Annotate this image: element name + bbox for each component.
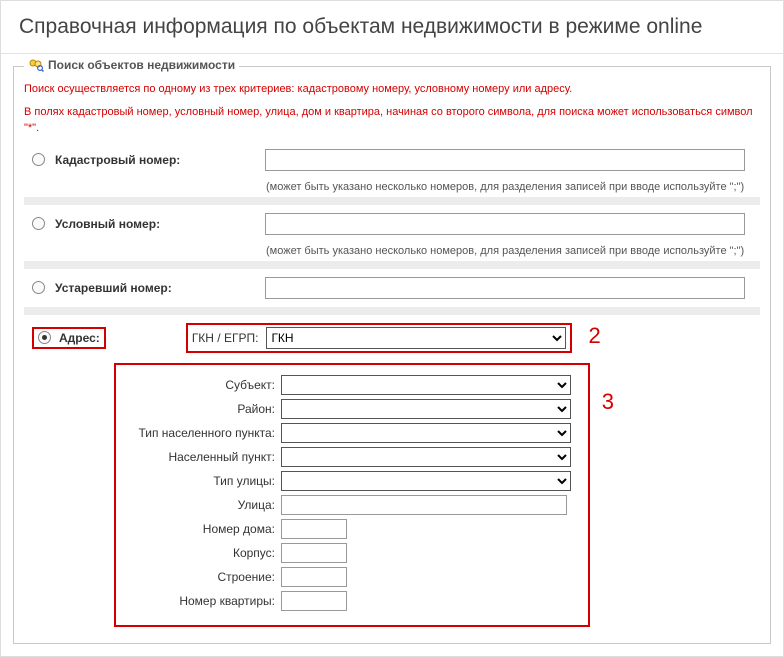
radio-address[interactable] bbox=[38, 331, 51, 344]
address-radio-highlight: Адрес: bbox=[32, 327, 106, 349]
row-cadastral: Кадастровый номер: bbox=[24, 143, 760, 177]
input-cadastral[interactable] bbox=[265, 149, 745, 171]
label-settlement-type: Тип населенного пункта: bbox=[126, 426, 281, 440]
select-settlement[interactable] bbox=[281, 447, 571, 467]
info-line-2: В полях кадастровый номер, условный номе… bbox=[24, 104, 760, 137]
hint-cadastral: (может быть указано несколько номеров, д… bbox=[266, 181, 760, 193]
separator bbox=[24, 197, 760, 205]
input-building[interactable] bbox=[281, 543, 347, 563]
radio-obsolete[interactable] bbox=[32, 281, 45, 294]
address-source-highlight: ГКН / ЕГРП: ГКН bbox=[186, 323, 573, 353]
input-house[interactable] bbox=[281, 519, 347, 539]
callout-2: 2 bbox=[588, 323, 600, 349]
label-address: Адрес: bbox=[59, 331, 100, 345]
radio-cadastral[interactable] bbox=[32, 153, 45, 166]
label-subject: Субъект: bbox=[126, 378, 281, 392]
row-address-head: Адрес: ГКН / ЕГРП: ГКН 2 bbox=[24, 317, 760, 359]
label-house: Номер дома: bbox=[126, 522, 281, 536]
label-obsolete: Устаревший номер: bbox=[55, 281, 255, 295]
select-settlement-type[interactable] bbox=[281, 423, 571, 443]
label-cadastral: Кадастровый номер: bbox=[55, 153, 255, 167]
input-conditional[interactable] bbox=[265, 213, 745, 235]
callout-3: 3 bbox=[602, 389, 614, 415]
row-obsolete: Устаревший номер: bbox=[24, 271, 760, 305]
select-source[interactable]: ГКН bbox=[266, 327, 566, 349]
input-street[interactable] bbox=[281, 495, 567, 515]
input-apartment[interactable] bbox=[281, 591, 347, 611]
label-building: Корпус: bbox=[126, 546, 281, 560]
row-conditional: Условный номер: bbox=[24, 207, 760, 241]
radio-conditional[interactable] bbox=[32, 217, 45, 230]
label-conditional: Условный номер: bbox=[55, 217, 255, 231]
select-subject[interactable] bbox=[281, 375, 571, 395]
label-settlement: Населенный пункт: bbox=[126, 450, 281, 464]
page-title-bar: Справочная информация по объектам недвиж… bbox=[1, 1, 783, 54]
label-street: Улица: bbox=[126, 498, 281, 512]
input-obsolete[interactable] bbox=[265, 277, 745, 299]
page-title: Справочная информация по объектам недвиж… bbox=[19, 15, 765, 39]
search-panel: Поиск объектов недвижимости Поиск осущес… bbox=[13, 66, 771, 644]
panel-legend: Поиск объектов недвижимости bbox=[24, 58, 239, 72]
separator bbox=[24, 307, 760, 315]
label-street-type: Тип улицы: bbox=[126, 474, 281, 488]
input-structure[interactable] bbox=[281, 567, 347, 587]
select-district[interactable] bbox=[281, 399, 571, 419]
separator bbox=[24, 261, 760, 269]
label-structure: Строение: bbox=[126, 570, 281, 584]
panel-legend-text: Поиск объектов недвижимости bbox=[48, 58, 235, 72]
info-line-1: Поиск осуществляется по одному из трех к… bbox=[24, 81, 760, 98]
hint-conditional: (может быть указано несколько номеров, д… bbox=[266, 245, 760, 257]
label-source: ГКН / ЕГРП: bbox=[192, 331, 259, 345]
label-apartment: Номер квартиры: bbox=[126, 594, 281, 608]
search-users-icon bbox=[28, 58, 44, 72]
label-district: Район: bbox=[126, 402, 281, 416]
select-street-type[interactable] bbox=[281, 471, 571, 491]
address-fields-highlight: 3 Субъект: Район: Тип населенного пункта… bbox=[114, 363, 590, 627]
